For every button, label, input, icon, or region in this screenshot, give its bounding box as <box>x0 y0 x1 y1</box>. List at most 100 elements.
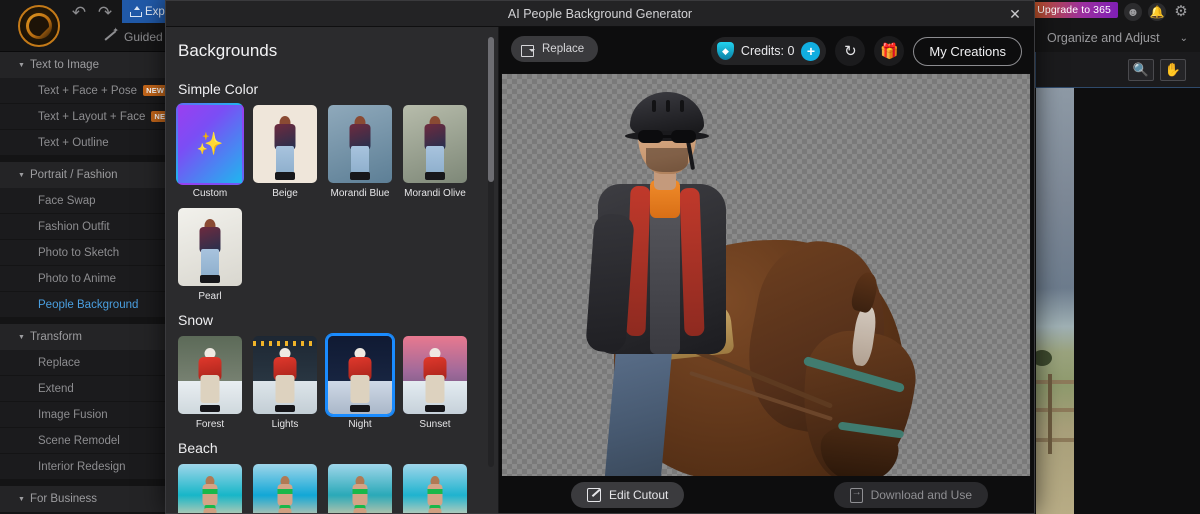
sidebar-group-portrait-fashion[interactable]: ▼ Portrait / Fashion <box>0 162 166 188</box>
editor-toolbar: Replace ◆ Credits: 0 + ↻ 🎁 My Creations <box>499 27 1034 73</box>
background-preview-image <box>401 462 469 513</box>
dialog-titlebar: AI People Background Generator ✕ <box>166 1 1034 27</box>
background-thumb[interactable]: Forest <box>176 334 244 430</box>
sidebar-item-scene-remodel[interactable]: Scene Remodel <box>0 428 166 454</box>
background-thumb[interactable]: ✨ Custom <box>176 103 244 199</box>
background-thumb[interactable]: Sunset <box>401 334 469 430</box>
backgrounds-section-title: Snow <box>178 312 214 328</box>
background-thumb[interactable]: Beige <box>251 103 319 199</box>
sidebar-item-text-outline[interactable]: Text + Outline <box>0 130 166 156</box>
background-thumb-label: Beige <box>272 188 298 199</box>
background-preview-image <box>176 462 244 513</box>
sidebar-item-photo-to-sketch[interactable]: Photo to Sketch <box>0 240 166 266</box>
triangle-down-icon: ▼ <box>18 171 25 179</box>
credit-shield-icon: ◆ <box>716 42 734 60</box>
sidebar-item-text-face-pose[interactable]: Text + Face + Pose NEW <box>0 78 168 104</box>
upgrade-badge[interactable]: Upgrade to 365 <box>1030 2 1118 18</box>
guided-button[interactable]: Guided <box>104 26 163 48</box>
cutout-subject <box>502 74 1030 477</box>
background-thumb-label: Lights <box>271 419 299 430</box>
sidebar-item-interior-redesign[interactable]: Interior Redesign <box>0 454 166 480</box>
bell-icon[interactable]: 🔔 <box>1148 3 1166 21</box>
organize-and-adjust-section[interactable]: Organize and Adjust ⌄ <box>1035 24 1200 52</box>
backgrounds-thumb-grid: ArubaNavagioSpiaggia GrandeWhitehaven <box>166 462 498 513</box>
sidebar-group-label: Transform <box>29 331 82 343</box>
backgrounds-thumb-grid: Forest Lights Night Sunset <box>166 334 498 430</box>
edit-cutout-label: Edit Cutout <box>609 488 669 502</box>
background-thumb[interactable]: Pearl <box>176 206 244 302</box>
gear-icon[interactable]: ⚙ <box>1172 3 1190 21</box>
sidebar-item-label: Face Swap <box>38 194 96 207</box>
triangle-down-icon: ▼ <box>18 333 25 341</box>
background-thumb[interactable]: Lights <box>251 334 319 430</box>
sidebar-item-image-fusion[interactable]: Image Fusion <box>0 402 166 428</box>
backgrounds-scroll-area[interactable]: Simple Color ✨ Custom Beige Morandi Blue Mora… <box>166 71 498 513</box>
replace-button[interactable]: Replace <box>511 36 599 62</box>
replace-label: Replace <box>542 43 585 55</box>
custom-background-icon: ✨ <box>176 103 244 185</box>
sidebar-item-label: Text + Outline <box>38 136 109 149</box>
download-and-use-button[interactable]: Download and Use <box>833 482 988 508</box>
sidebar-group-text-to-image[interactable]: ▼ Text to Image <box>0 52 166 78</box>
refresh-icon[interactable]: ↻ <box>835 36 866 66</box>
sidebar-item-face-swap[interactable]: Face Swap <box>0 188 166 214</box>
background-thumb-label: Night <box>348 419 372 430</box>
wand-icon <box>104 26 119 44</box>
new-badge: NEW <box>143 85 168 96</box>
backgrounds-heading: Backgrounds <box>178 41 278 60</box>
sidebar-item-replace[interactable]: Replace <box>0 350 166 376</box>
background-thumb[interactable]: Spiaggia Grande <box>326 462 394 513</box>
export-label: Exp <box>145 5 165 18</box>
background-preview-image <box>401 334 469 416</box>
magnifier-icon[interactable]: 🔍 <box>1128 58 1154 81</box>
plus-circle-icon[interactable]: + <box>801 41 821 61</box>
image-canvas[interactable] <box>502 74 1030 477</box>
sidebar-item-extend[interactable]: Extend <box>0 376 166 402</box>
cutout-edit-icon <box>587 488 601 502</box>
canvas-tools: 🔍 ✋ <box>1035 52 1200 88</box>
sidebar-group-transform[interactable]: ▼ Transform <box>0 324 166 350</box>
undo-icon[interactable]: ↶ <box>68 3 90 23</box>
credits-pill[interactable]: ◆ Credits: 0 + <box>710 37 827 65</box>
background-preview-image <box>401 103 469 185</box>
backgrounds-panel: Backgrounds Simple Color ✨ Custom Beige Mora… <box>166 27 499 513</box>
background-preview-image <box>251 103 319 185</box>
backgrounds-scrollbar[interactable] <box>488 37 494 467</box>
gift-icon[interactable]: 🎁 <box>874 36 905 66</box>
close-icon[interactable]: ✕ <box>1004 1 1026 27</box>
sidebar-group-label: Text to Image <box>29 59 99 71</box>
background-thumb[interactable]: Aruba <box>176 462 244 513</box>
organize-and-adjust-label: Organize and Adjust <box>1047 31 1160 45</box>
sidebar-item-label: People Background <box>38 298 139 311</box>
app-logo-icon <box>18 5 60 47</box>
background-thumb[interactable]: Night <box>326 334 394 430</box>
user-account-icon[interactable]: ☻ <box>1124 3 1142 21</box>
sidebar-item-fashion-outfit[interactable]: Fashion Outfit <box>0 214 166 240</box>
dialog-title: AI People Background Generator <box>507 6 693 21</box>
sidebar-item-label: Text + Face + Pose <box>38 84 138 97</box>
sidebar-item-label: Replace <box>38 356 81 369</box>
background-preview-image <box>251 334 319 416</box>
sidebar-item-label: Scene Remodel <box>38 434 120 447</box>
sidebar-item-text-layout-face[interactable]: Text + Layout + Face NEW <box>0 104 176 130</box>
sidebar-group-label: Portrait / Fashion <box>29 169 118 181</box>
redo-icon[interactable]: ↷ <box>94 3 116 23</box>
sidebar-item-people-background[interactable]: People Background <box>0 292 166 318</box>
scrollbar-thumb[interactable] <box>488 37 494 182</box>
my-creations-button[interactable]: My Creations <box>913 36 1022 66</box>
sidebar-item-label: Image Fusion <box>38 408 108 421</box>
ai-background-generator-dialog: AI People Background Generator ✕ Backgro… <box>165 0 1035 514</box>
background-thumb[interactable]: Morandi Olive <box>401 103 469 199</box>
hand-icon[interactable]: ✋ <box>1160 58 1186 81</box>
background-thumb[interactable]: Morandi Blue <box>326 103 394 199</box>
background-preview-image <box>176 334 244 416</box>
edit-cutout-button[interactable]: Edit Cutout <box>571 482 685 508</box>
background-thumb[interactable]: Whitehaven <box>401 462 469 513</box>
background-thumb-label: Morandi Olive <box>404 188 466 199</box>
guided-label: Guided <box>124 30 163 44</box>
sidebar-item-photo-to-anime[interactable]: Photo to Anime <box>0 266 166 292</box>
background-thumb[interactable]: Navagio <box>251 462 319 513</box>
download-and-use-label: Download and Use <box>870 488 972 502</box>
sidebar-group-for-business[interactable]: ▼ For Business <box>0 486 166 512</box>
folder-dropdown-icon <box>521 44 535 57</box>
